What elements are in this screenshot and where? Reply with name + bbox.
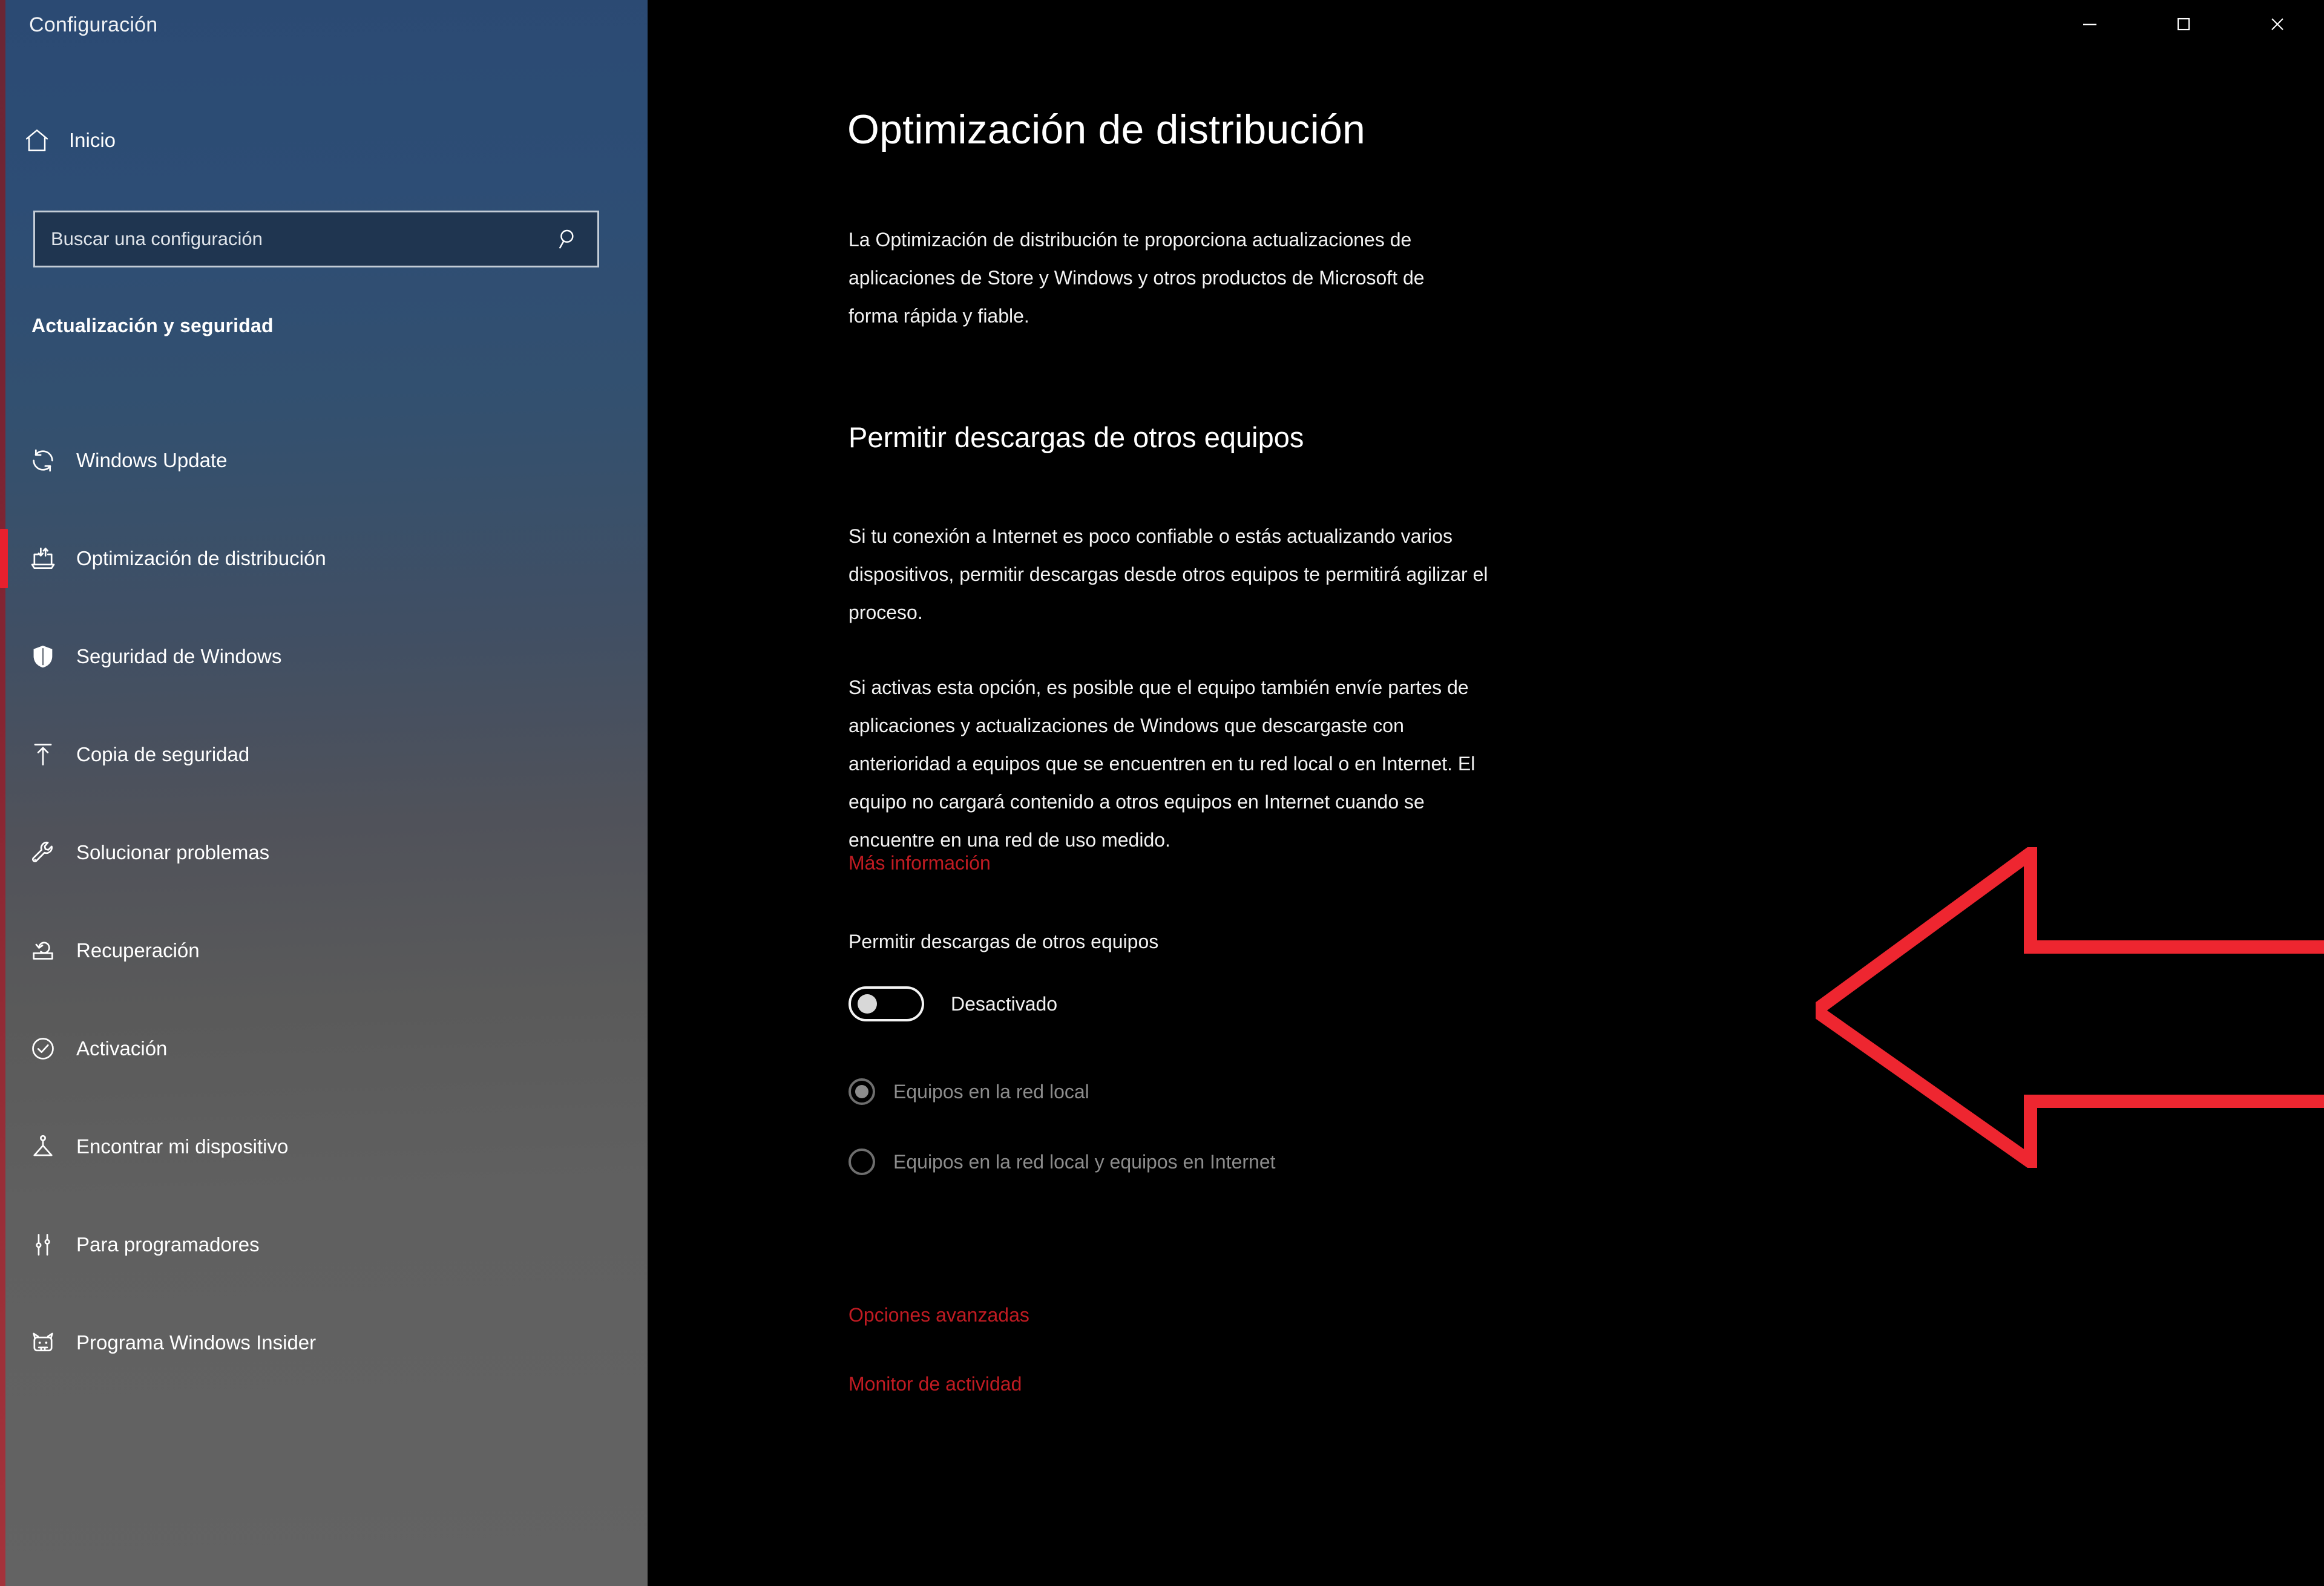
window-title: Configuración (29, 13, 158, 36)
minimize-button[interactable] (2043, 0, 2136, 48)
sidebar-item-home[interactable]: Inicio (23, 119, 265, 162)
check-circle-icon (29, 1035, 57, 1063)
window-controls (2043, 0, 2324, 48)
sidebar-item-label: Programa Windows Insider (76, 1331, 317, 1354)
search-icon[interactable] (556, 226, 582, 252)
sidebar-item-label: Windows Update (76, 449, 228, 471)
radio-local-and-internet[interactable]: Equipos en la red local y equipos en Int… (849, 1141, 1276, 1182)
sidebar-item-windows-insider[interactable]: Programa Windows Insider (0, 1294, 648, 1392)
advanced-options-link[interactable]: Opciones avanzadas (849, 1304, 1029, 1326)
maximize-button[interactable] (2136, 0, 2230, 48)
sidebar-item-activation[interactable]: Activación (0, 1000, 648, 1098)
radio-local-network[interactable]: Equipos en la red local (849, 1071, 1276, 1112)
insider-cat-icon (29, 1329, 57, 1357)
maximize-icon (2173, 14, 2194, 34)
radio-label: Equipos en la red local (893, 1080, 1089, 1103)
close-icon (2267, 14, 2288, 34)
main-content: Optimización de distribución La Optimiza… (648, 0, 2324, 1586)
developer-tools-icon (29, 1231, 57, 1259)
home-icon (23, 126, 51, 154)
allow-downloads-toggle-row[interactable]: Desactivado (849, 986, 1057, 1021)
wrench-icon (29, 839, 57, 867)
sidebar-item-label: Encontrar mi dispositivo (76, 1135, 289, 1158)
bottom-links: Opciones avanzadas Monitor de actividad (849, 1304, 1029, 1395)
sidebar-item-label: Seguridad de Windows (76, 645, 282, 667)
sidebar-item-label: Copia de seguridad (76, 743, 250, 765)
sidebar-item-recovery[interactable]: Recuperación (0, 902, 648, 1000)
radio-label: Equipos en la red local y equipos en Int… (893, 1150, 1276, 1173)
sidebar-item-label: Activación (76, 1037, 168, 1060)
sidebar-section-title: Actualización y seguridad (31, 315, 274, 336)
sidebar-item-label: Solucionar problemas (76, 841, 270, 863)
sidebar-item-label: Optimización de distribución (76, 547, 326, 569)
sidebar-item-windows-security[interactable]: Seguridad de Windows (0, 608, 648, 706)
backup-upload-icon (29, 741, 57, 768)
sidebar-nav-list: Windows Update Optimización de distribuc… (0, 411, 648, 1392)
sidebar-item-for-developers[interactable]: Para programadores (0, 1196, 648, 1294)
allow-downloads-toggle[interactable] (849, 986, 924, 1021)
delivery-optimization-icon (29, 545, 57, 572)
sidebar: Configuración Inicio Actualizac (0, 0, 648, 1586)
shield-icon (29, 643, 57, 670)
page-title: Optimización de distribución (847, 106, 1365, 152)
sidebar-item-windows-update[interactable]: Windows Update (0, 411, 648, 510)
sidebar-item-troubleshoot[interactable]: Solucionar problemas (0, 804, 648, 902)
sidebar-item-delivery-optimization[interactable]: Optimización de distribución (0, 510, 648, 608)
sidebar-item-find-my-device[interactable]: Encontrar mi dispositivo (0, 1098, 648, 1196)
intro-paragraph: La Optimización de distribución te propo… (849, 229, 1425, 327)
radio-button-icon (849, 1078, 875, 1105)
annotation-arrow (1804, 840, 2324, 1175)
toggle-knob (858, 994, 877, 1014)
toggle-caption: Permitir descargas de otros equipos (849, 931, 1159, 952)
settings-window: Configuración Inicio Actualizac (0, 0, 2324, 1586)
recovery-icon (29, 937, 57, 965)
search-input[interactable] (51, 228, 556, 250)
sidebar-item-backup[interactable]: Copia de seguridad (0, 706, 648, 804)
section-heading: Permitir descargas de otros equipos (849, 421, 1304, 453)
toggle-state-label: Desactivado (951, 992, 1058, 1015)
close-button[interactable] (2230, 0, 2324, 48)
sidebar-item-home-label: Inicio (69, 129, 116, 151)
sidebar-item-label: Para programadores (76, 1233, 260, 1256)
sidebar-item-label: Recuperación (76, 939, 200, 962)
description-paragraph-1: Si tu conexión a Internet es poco confia… (849, 525, 1488, 623)
minimize-icon (2079, 14, 2100, 34)
more-info-link[interactable]: Más información (849, 852, 991, 874)
find-device-icon (29, 1133, 57, 1161)
description-paragraph-2: Si activas esta opción, es posible que e… (849, 677, 1475, 851)
sync-icon (29, 447, 57, 474)
radio-button-icon (849, 1149, 875, 1175)
download-source-radio-group: Equipos en la red local Equipos en la re… (849, 1071, 1276, 1211)
search-box[interactable] (33, 211, 599, 267)
activity-monitor-link[interactable]: Monitor de actividad (849, 1373, 1029, 1395)
